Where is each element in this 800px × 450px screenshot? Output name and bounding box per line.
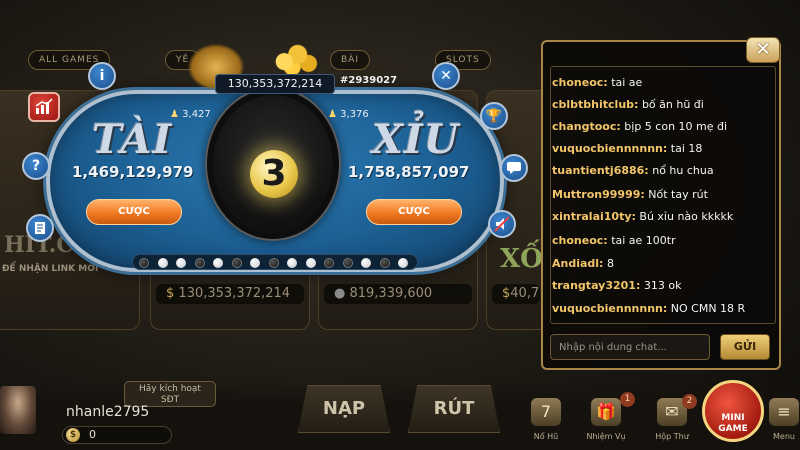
- chat-message: Andiadl: 8: [552, 257, 614, 270]
- tab-bai[interactable]: BÀI: [330, 50, 370, 70]
- chat-message: trangtay3201: 313 ok: [552, 279, 682, 292]
- history-dot: [305, 258, 316, 268]
- history-dot: [250, 258, 260, 268]
- info-button[interactable]: i: [88, 62, 116, 90]
- chat-message: vuquocbiennnnnn: tai 18: [552, 142, 703, 155]
- dock-menu[interactable]: ≡ Menu: [760, 398, 800, 441]
- chat-input[interactable]: [550, 334, 710, 360]
- coin-icon: $: [66, 428, 80, 442]
- withdraw-button[interactable]: RÚT: [408, 385, 500, 433]
- chat-message: tuantientj6886: nổ hu chua: [552, 164, 714, 177]
- help-icon: ?: [31, 158, 41, 174]
- history-dot: [324, 258, 334, 268]
- history-dot: [268, 258, 279, 268]
- history-dot: [361, 258, 371, 268]
- history-dot: [139, 258, 149, 268]
- gift-icon: 🎁: [591, 398, 621, 426]
- card-amount-3: $40,7: [492, 284, 540, 304]
- countdown-timer: 3: [250, 150, 298, 198]
- dock-label: Menu: [773, 432, 795, 441]
- dock-label: Hộp Thư: [655, 432, 689, 441]
- chat-icon: [507, 162, 521, 174]
- coin-pile-icon: [268, 40, 322, 76]
- tai-label: TÀI: [92, 116, 173, 163]
- mailbox-badge: 2: [682, 394, 697, 409]
- right-card-logo: XỐ: [500, 244, 543, 274]
- slot-icon: 7: [531, 398, 561, 426]
- jackpot-amount: 130,353,372,214: [215, 74, 335, 94]
- history-dot: [379, 258, 390, 268]
- close-panel-button[interactable]: ✕: [432, 62, 460, 90]
- person-icon: ♟: [170, 109, 179, 120]
- info-icon: i: [99, 68, 105, 84]
- mini-game-button[interactable]: MINI GAME: [702, 380, 764, 442]
- chart-icon: [35, 98, 53, 114]
- close-icon: ✕: [755, 39, 771, 60]
- chat-send-button[interactable]: GỬI: [720, 334, 770, 360]
- chat-message: xintralai10ty: Bú xỉu nào kkkkk: [552, 210, 734, 223]
- statistics-button[interactable]: [28, 92, 60, 122]
- history-dot: [398, 258, 408, 268]
- sound-off-icon: [494, 216, 510, 232]
- xiu-label: XỈU: [372, 116, 460, 163]
- history-dot: [342, 258, 353, 268]
- tai-total-amount: 1,469,129,979: [72, 163, 194, 181]
- card-amount-2: ● 819,339,600: [324, 284, 472, 304]
- leaderboard-button[interactable]: 🏆: [480, 102, 508, 130]
- card-amount-1: $ 130,353,372,214: [156, 284, 304, 304]
- rules-button[interactable]: [26, 214, 54, 242]
- history-dot: [231, 258, 242, 268]
- deposit-button[interactable]: NẠP: [298, 385, 390, 433]
- result-history: [132, 254, 418, 270]
- chat-message: choneoc: tai ae: [552, 76, 643, 89]
- menu-icon: ≡: [769, 398, 799, 426]
- xiu-bet-button[interactable]: CƯỢC: [366, 199, 462, 225]
- xiu-player-count: ♟ 3,376: [328, 109, 369, 120]
- history-dot: [194, 258, 205, 268]
- history-dot: [157, 258, 168, 268]
- chat-toggle-button[interactable]: [500, 154, 528, 182]
- rules-icon: [35, 222, 45, 234]
- chat-message: vuquocbiennnnnn: NO CMN 18 R: [552, 302, 746, 315]
- history-dot: [176, 258, 186, 268]
- history-dot: [213, 258, 223, 268]
- tai-player-count: ♟ 3,427: [170, 109, 211, 120]
- chat-message: choneoc: tai ae 100tr: [552, 234, 676, 247]
- close-icon: ✕: [440, 68, 452, 84]
- xiu-total-amount: 1,758,857,097: [348, 163, 470, 181]
- dock-jackpot[interactable]: 7 Nổ Hũ: [522, 398, 570, 441]
- session-id: #2939027: [340, 75, 398, 86]
- history-dot: [287, 258, 297, 268]
- help-button[interactable]: ?: [22, 152, 50, 180]
- chat-message: cblbtbhitclub: bố ăn hũ đi: [552, 98, 704, 111]
- username: nhanle2795: [66, 404, 150, 420]
- avatar[interactable]: [0, 386, 36, 434]
- person-icon: ♟: [328, 109, 337, 120]
- left-card-subtitle: ĐỂ NHẬN LINK MỚI: [2, 264, 99, 274]
- dock-label: Nhiệm Vụ: [586, 432, 626, 441]
- tai-bet-button[interactable]: CƯỢC: [86, 199, 182, 225]
- chat-message: changtooc: bịp 5 con 10 mẹ đi: [552, 120, 728, 133]
- trophy-icon: 🏆: [485, 109, 503, 124]
- sound-button[interactable]: [488, 210, 516, 238]
- dock-label: Nổ Hũ: [533, 432, 559, 441]
- chat-close-button[interactable]: ✕: [746, 37, 780, 63]
- missions-badge: 1: [620, 392, 635, 407]
- chat-message: Muttron99999: Nốt tay rút: [552, 188, 708, 201]
